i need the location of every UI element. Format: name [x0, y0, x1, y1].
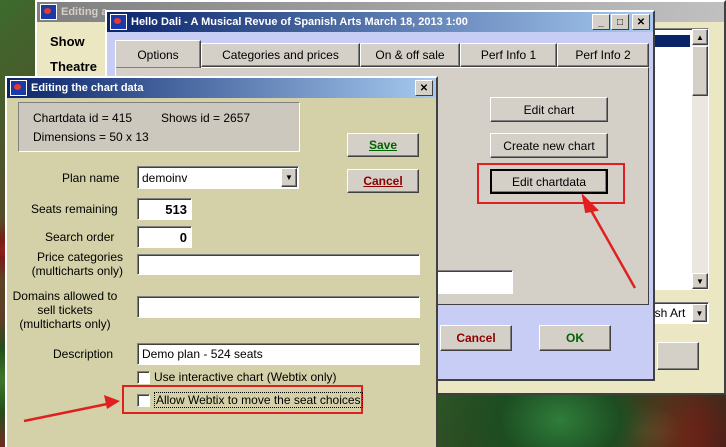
allow-move-checkbox-row[interactable]: Allow Webtix to move the seat choices — [137, 392, 363, 408]
shows-id: Shows id = 2657 — [161, 111, 251, 125]
back-button[interactable] — [657, 342, 699, 370]
price-categories-field[interactable] — [137, 254, 420, 275]
cancel-button-label: Cancel — [363, 174, 403, 188]
tab-on-off-sale[interactable]: On & off sale — [360, 43, 460, 67]
description-field[interactable]: Demo plan - 524 seats — [137, 343, 420, 365]
interactive-chart-checkbox[interactable] — [137, 370, 150, 384]
close-icon[interactable]: ✕ — [415, 80, 433, 96]
domains-label: Domains allowed to sell tickets (multich… — [7, 289, 123, 331]
scroll-thumb[interactable] — [692, 46, 708, 96]
search-order-label: Search order — [45, 230, 115, 244]
price-categories-label-2: (multicharts only) — [31, 264, 123, 278]
app-icon — [40, 4, 57, 20]
dimensions: Dimensions = 50 x 13 — [33, 130, 149, 144]
edit-chart-button[interactable]: Edit chart — [490, 97, 608, 122]
search-order-value: 0 — [179, 230, 187, 245]
chevron-down-icon[interactable]: ▼ — [692, 304, 707, 322]
app-icon — [110, 14, 127, 30]
allow-move-label: Allow Webtix to move the seat choices — [154, 392, 363, 408]
price-categories-label: Price categories (multicharts only) — [11, 250, 123, 278]
price-categories-label-1: Price categories — [36, 250, 123, 264]
maximize-icon[interactable]: □ — [611, 14, 629, 30]
middle-cancel-button[interactable]: Cancel — [440, 325, 512, 351]
cancel-button[interactable]: Cancel — [347, 169, 419, 193]
domains-label-3: (multicharts only) — [19, 317, 111, 331]
edit-chartdata-button[interactable]: Edit chartdata — [490, 169, 608, 194]
chevron-down-icon[interactable]: ▼ — [281, 168, 297, 187]
allow-move-checkbox[interactable] — [137, 393, 150, 407]
search-order-field[interactable]: 0 — [137, 226, 192, 248]
seats-remaining-label: Seats remaining — [31, 202, 118, 216]
ok-button[interactable]: OK — [539, 325, 611, 351]
middle-window-titlebar: Hello Dali - A Musical Revue of Spanish … — [107, 12, 653, 32]
list-scrollbar[interactable]: ▲ ▼ — [692, 29, 708, 289]
interactive-chart-checkbox-row[interactable]: Use interactive chart (Webtix only) — [137, 369, 337, 385]
plan-name-label: Plan name — [62, 171, 120, 185]
interactive-chart-label: Use interactive chart (Webtix only) — [154, 370, 337, 384]
scroll-down-button[interactable]: ▼ — [692, 273, 708, 289]
chart-data-titlebar: Editing the chart data ✕ — [7, 78, 436, 98]
seats-remaining-field[interactable]: 513 — [137, 198, 192, 220]
description-label: Description — [53, 347, 114, 361]
info-box: Chartdata id = 415 Shows id = 2657 Dimen… — [18, 102, 300, 152]
middle-window-title: Hello Dali - A Musical Revue of Spanish … — [131, 16, 468, 28]
sidebar-item-theatre[interactable]: Theatre — [50, 59, 97, 74]
domains-field[interactable] — [137, 296, 420, 318]
chartdata-id: Chartdata id = 415 — [33, 111, 133, 125]
plan-name-value: demoinv — [142, 171, 188, 185]
back-dropdown-value: ish Art — [652, 306, 686, 320]
plan-name-select[interactable]: demoinv ▼ — [137, 166, 299, 189]
tab-perf-info-1[interactable]: Perf Info 1 — [460, 43, 557, 67]
seats-remaining-value: 513 — [165, 202, 187, 217]
domains-label-2: sell tickets — [37, 303, 93, 317]
description-value: Demo plan - 524 seats — [142, 347, 263, 361]
chart-data-dialog: Editing the chart data ✕ Chartdata id = … — [5, 76, 438, 447]
save-button-label: Save — [368, 138, 398, 152]
tab-perf-info-2[interactable]: Perf Info 2 — [557, 43, 649, 67]
tab-options[interactable]: Options — [115, 40, 201, 68]
tab-strip: Options Categories and prices On & off s… — [113, 40, 649, 68]
tab-categories-and-prices[interactable]: Categories and prices — [201, 43, 360, 67]
scroll-up-button[interactable]: ▲ — [692, 29, 708, 45]
dialog-title: Editing the chart data — [31, 82, 144, 94]
minimize-icon[interactable]: _ — [592, 14, 610, 30]
domains-label-1: Domains allowed to — [12, 289, 118, 303]
app-icon — [10, 80, 27, 96]
save-button[interactable]: Save — [347, 133, 419, 157]
sidebar-item-show[interactable]: Show — [50, 34, 85, 49]
close-icon[interactable]: ✕ — [632, 14, 650, 30]
create-new-chart-button[interactable]: Create new chart — [490, 133, 608, 158]
